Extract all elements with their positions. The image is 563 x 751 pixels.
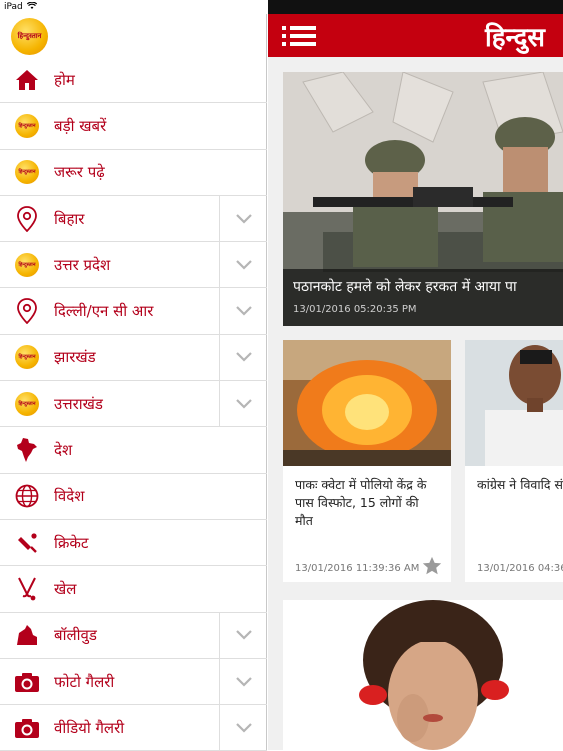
- menu-list: होम हिन्दुस्तान बड़ी खबरें हिन्दुस्तान जरूर …: [0, 57, 267, 751]
- menu-item[interactable]: हिन्दुस्तान झारखंड: [0, 334, 267, 382]
- status-bar: iPad: [0, 0, 267, 14]
- chevron-down-icon[interactable]: [219, 381, 267, 427]
- bookmark-star-icon[interactable]: [421, 555, 443, 577]
- menu-item[interactable]: हिन्दुस्तान उत्तराखंड: [0, 381, 267, 428]
- status-bar-dark: [268, 0, 563, 14]
- chevron-down-icon[interactable]: [219, 612, 267, 658]
- hindustan-logo-icon: हिन्दुस्तान: [0, 113, 54, 138]
- hockey-icon: [0, 576, 54, 602]
- news-card-title: कांग्रेस ने विवादि संजय निरुपम से: [477, 477, 563, 492]
- menu-item[interactable]: देश: [0, 427, 267, 474]
- home-icon: [0, 69, 54, 91]
- news-card-title: पाकः क्वेटा में पोलियो केंद्र के पास विस…: [295, 477, 427, 528]
- cricket-icon: [0, 531, 54, 555]
- logo-text: हिन्दुस्तान: [17, 32, 42, 40]
- menu-item[interactable]: बॉलीवुड: [0, 612, 267, 659]
- hindustan-logo-icon: हिन्दुस्तान: [0, 391, 54, 416]
- camera-icon: [0, 717, 54, 739]
- hero-timestamp: 13/01/2016 05:20:35 PM: [293, 304, 417, 315]
- news-card-image: [465, 340, 563, 466]
- camera-icon: [0, 671, 54, 693]
- menu-item-label: विदेश: [54, 487, 85, 506]
- chevron-down-icon[interactable]: [219, 705, 267, 751]
- menu-item-label: फोटो गैलरी: [54, 672, 115, 691]
- menu-item[interactable]: बिहार: [0, 195, 267, 243]
- news-card-image: [283, 600, 563, 750]
- chevron-down-icon[interactable]: [219, 334, 267, 381]
- menu-item-label: झारखंड: [54, 348, 96, 367]
- hero-caption: पठानकोट हमले को लेकर हरकत में आया पा 13/…: [283, 269, 563, 326]
- wifi-icon: [26, 1, 37, 13]
- menu-item-label: बिहार: [54, 209, 85, 228]
- menu-item-label: उत्तर प्रदेश: [54, 255, 111, 274]
- menu-item-label: दिल्ली/एन सी आर: [54, 302, 154, 321]
- chevron-down-icon[interactable]: [219, 658, 267, 705]
- globe-icon: [0, 484, 54, 508]
- hindustan-logo-icon: हिन्दुस्तान: [0, 345, 54, 370]
- menu-toggle-button[interactable]: [282, 24, 318, 48]
- news-card[interactable]: कांग्रेस ने विवादि संजय निरुपम से 13/01/…: [465, 340, 563, 582]
- menu-item-label: वीडियो गैलरी: [54, 718, 125, 737]
- news-card-large[interactable]: [283, 600, 563, 750]
- hero-title[interactable]: पठानकोट हमले को लेकर हरकत में आया पा: [293, 277, 563, 296]
- hindustan-logo-icon: हिन्दुस्तान: [0, 160, 54, 185]
- menu-item[interactable]: खेल: [0, 566, 267, 613]
- menu-item[interactable]: विदेश: [0, 474, 267, 520]
- news-card-timestamp: 13/01/2016 04:36: [477, 563, 563, 574]
- news-card[interactable]: पाकः क्वेटा में पोलियो केंद्र के पास विस…: [283, 340, 451, 582]
- carrier-label: iPad: [4, 2, 23, 12]
- menu-item[interactable]: दिल्ली/एन सी आर: [0, 288, 267, 335]
- hero-story[interactable]: पठानकोट हमले को लेकर हरकत में आया पा 13/…: [283, 72, 563, 326]
- menu-item-label: खेल: [54, 579, 77, 598]
- menu-item-label: होम: [54, 70, 75, 89]
- menu-item[interactable]: हिन्दुस्तान उत्तर प्रदेश: [0, 242, 267, 289]
- location-pin-icon: [0, 298, 54, 325]
- hindustan-logo-icon: हिन्दुस्तान: [0, 252, 54, 277]
- menu-item-label: बॉलीवुड: [54, 626, 97, 645]
- menu-item[interactable]: होम: [0, 57, 267, 104]
- bollywood-icon: [0, 623, 54, 647]
- news-card-timestamp: 13/01/2016 11:39:36 AM: [295, 563, 420, 574]
- top-bar: हिन्दुस: [268, 14, 563, 57]
- india-map-icon: [0, 437, 54, 463]
- menu-item[interactable]: फोटो गैलरी: [0, 658, 267, 706]
- chevron-down-icon[interactable]: [219, 288, 267, 334]
- news-card-image: [283, 340, 451, 466]
- menu-item-label: बड़ी खबरें: [54, 116, 107, 135]
- main-content: हिन्दुस पठानकोट हमले को लेकर हरकत में आय…: [268, 0, 563, 750]
- menu-item-label: देश: [54, 441, 73, 460]
- menu-item-label: जरूर पढ़े: [54, 163, 105, 182]
- menu-item[interactable]: वीडियो गैलरी: [0, 705, 267, 751]
- hamburger-icon: [282, 26, 316, 46]
- menu-item[interactable]: हिन्दुस्तान बड़ी खबरें: [0, 103, 267, 150]
- menu-item-label: उत्तराखंड: [54, 394, 103, 413]
- brand-title: हिन्दुस: [485, 23, 545, 53]
- menu-item-label: क्रिकेट: [54, 533, 89, 552]
- side-menu: iPad हिन्दुस्तान होम हिन्दुस्तान बड़ी खबरे…: [0, 0, 267, 751]
- chevron-down-icon[interactable]: [219, 195, 267, 242]
- hindustan-logo[interactable]: हिन्दुस्तान: [11, 18, 48, 55]
- chevron-down-icon[interactable]: [219, 242, 267, 288]
- menu-item[interactable]: हिन्दुस्तान जरूर पढ़े: [0, 150, 267, 196]
- location-pin-icon: [0, 205, 54, 232]
- menu-item[interactable]: क्रिकेट: [0, 520, 267, 567]
